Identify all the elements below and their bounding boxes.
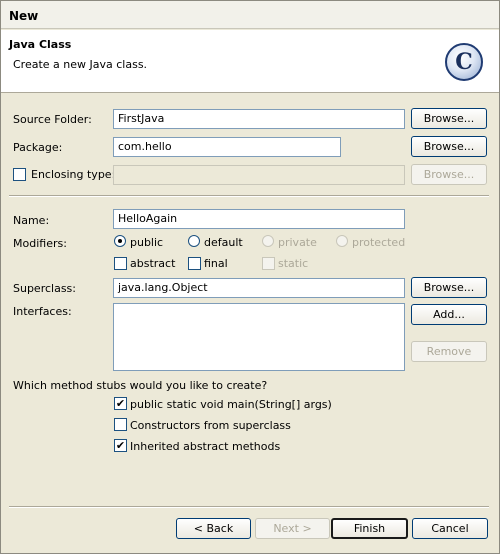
default-radio-label: default xyxy=(204,236,243,249)
java-class-icon: C xyxy=(445,43,483,81)
source-folder-field[interactable]: FirstJava xyxy=(113,109,405,129)
name-field[interactable]: HelloAgain xyxy=(113,209,405,229)
add-interface-button[interactable]: Add... xyxy=(411,304,487,325)
superclass-field[interactable]: java.lang.Object xyxy=(113,278,405,298)
enclosing-type-browse-button: Browse... xyxy=(411,164,487,185)
default-radio[interactable] xyxy=(188,235,200,247)
interfaces-list[interactable] xyxy=(113,303,405,371)
wizard-banner: Java Class Create a new Java class. C xyxy=(1,30,499,93)
wizard-heading: Java Class xyxy=(9,38,72,51)
main-method-label: public static void main(String[] args) xyxy=(130,398,332,411)
name-label: Name: xyxy=(13,214,50,227)
inherited-methods-label: Inherited abstract methods xyxy=(130,440,281,453)
window-title: New xyxy=(9,9,39,23)
next-button: Next > xyxy=(255,518,330,539)
enclosing-type-label: Enclosing type: xyxy=(31,168,116,181)
interfaces-label: Interfaces: xyxy=(13,305,72,318)
back-button[interactable]: < Back xyxy=(176,518,251,539)
separator xyxy=(9,195,489,197)
modifiers-label: Modifiers: xyxy=(13,237,67,250)
title-bar: New xyxy=(1,1,499,29)
finish-button[interactable]: Finish xyxy=(331,518,408,539)
constructors-checkbox[interactable] xyxy=(114,418,127,431)
package-browse-button[interactable]: Browse... xyxy=(411,136,487,157)
footer-separator xyxy=(9,506,489,508)
remove-interface-button: Remove xyxy=(411,341,487,362)
new-java-class-dialog: New Java Class Create a new Java class. … xyxy=(0,0,500,554)
static-checkbox xyxy=(262,257,275,270)
cancel-button[interactable]: Cancel xyxy=(412,518,488,539)
private-radio-label: private xyxy=(278,236,317,249)
protected-radio xyxy=(336,235,348,247)
package-label: Package: xyxy=(13,141,63,154)
superclass-label: Superclass: xyxy=(13,282,76,295)
enclosing-type-checkbox[interactable] xyxy=(13,168,26,181)
source-folder-label: Source Folder: xyxy=(13,113,92,126)
main-method-checkbox[interactable]: ✔ xyxy=(114,397,127,410)
abstract-checkbox[interactable] xyxy=(114,257,127,270)
stubs-question: Which method stubs would you like to cre… xyxy=(13,379,268,392)
enclosing-type-field xyxy=(113,165,405,185)
public-radio-label: public xyxy=(130,236,164,249)
inherited-methods-checkbox[interactable]: ✔ xyxy=(114,439,127,452)
source-folder-browse-button[interactable]: Browse... xyxy=(411,108,487,129)
abstract-label: abstract xyxy=(130,257,176,270)
final-label: final xyxy=(204,257,228,270)
package-field[interactable]: com.hello xyxy=(113,137,341,157)
protected-radio-label: protected xyxy=(352,236,406,249)
public-radio[interactable] xyxy=(114,235,126,247)
static-label: static xyxy=(278,257,309,270)
private-radio xyxy=(262,235,274,247)
wizard-description: Create a new Java class. xyxy=(13,58,148,71)
superclass-browse-button[interactable]: Browse... xyxy=(411,277,487,298)
constructors-label: Constructors from superclass xyxy=(130,419,291,432)
final-checkbox[interactable] xyxy=(188,257,201,270)
